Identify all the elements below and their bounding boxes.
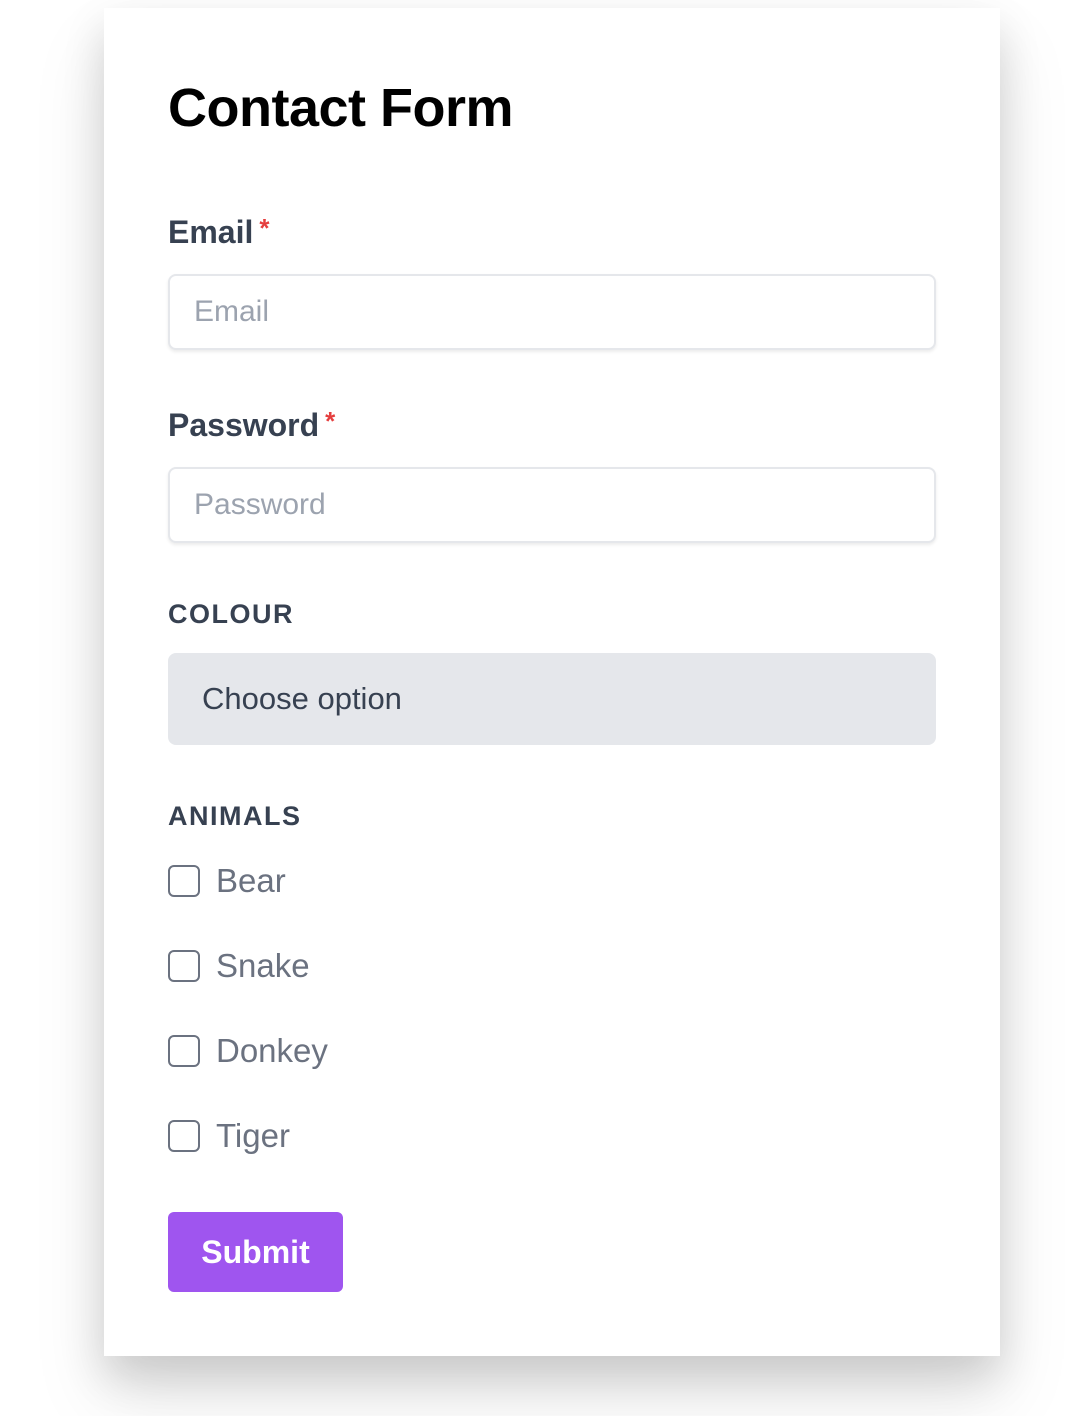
page-title: Contact Form: [168, 78, 514, 138]
checkbox[interactable]: [168, 950, 200, 982]
contact-form-card: Contact Form Email* Password* COLOUR Cho…: [104, 8, 1000, 1356]
checkbox[interactable]: [168, 1035, 200, 1067]
checkbox[interactable]: [168, 865, 200, 897]
email-field[interactable]: [168, 274, 936, 350]
colour-select-value: Choose option: [202, 681, 402, 716]
animal-option-tiger[interactable]: Tiger: [168, 1116, 290, 1156]
required-asterisk: *: [325, 406, 336, 436]
animal-option-donkey[interactable]: Donkey: [168, 1031, 328, 1071]
email-label-text: Email: [168, 214, 254, 250]
password-label-text: Password: [168, 407, 320, 443]
checkbox[interactable]: [168, 1120, 200, 1152]
submit-button[interactable]: Submit: [168, 1212, 343, 1292]
password-field[interactable]: [168, 467, 936, 543]
animal-option-label: Tiger: [216, 1117, 290, 1154]
password-label: Password *: [168, 405, 335, 447]
colour-select[interactable]: Choose option: [168, 653, 936, 745]
animal-option-label: Donkey: [216, 1032, 328, 1069]
animal-option-snake[interactable]: Snake: [168, 946, 310, 986]
colour-label: COLOUR: [168, 599, 294, 629]
animals-label: ANIMALS: [168, 801, 302, 831]
animal-option-label: Bear: [216, 862, 286, 899]
animal-option-label: Snake: [216, 947, 310, 984]
required-asterisk: *: [259, 213, 270, 243]
email-label: Email *: [168, 212, 270, 254]
animal-option-bear[interactable]: Bear: [168, 861, 286, 901]
